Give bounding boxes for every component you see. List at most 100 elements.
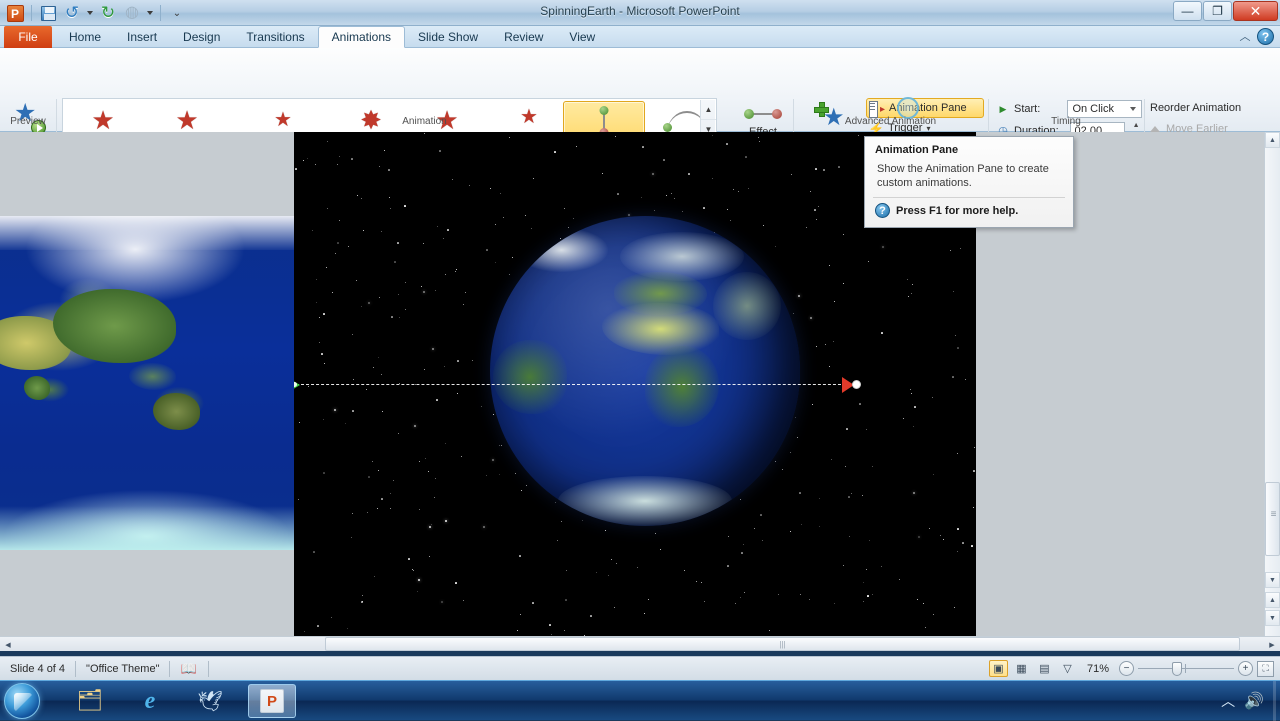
- horizontal-scrollbar[interactable]: ◀ ▶: [0, 636, 1280, 651]
- continent-middle-east: [713, 271, 782, 340]
- folder-icon: 🗂: [76, 689, 104, 712]
- show-desktop-button[interactable]: [1273, 681, 1276, 721]
- slide-sorter-view-button[interactable]: ▦: [1012, 660, 1031, 677]
- antarctic-ice-cap: [0, 506, 294, 550]
- reorder-animation-header: Reorder Animation: [1150, 102, 1242, 114]
- zoom-out-button[interactable]: −: [1119, 661, 1134, 676]
- tooltip-footer: ? Press F1 for more help.: [865, 198, 1073, 218]
- restore-icon: ❐: [1212, 4, 1223, 18]
- tab-view[interactable]: View: [556, 26, 608, 48]
- spell-check-icon[interactable]: 📖: [180, 661, 198, 677]
- tab-design[interactable]: Design: [170, 26, 233, 48]
- taskbar-item-windows-explorer[interactable]: 🗂: [66, 684, 114, 718]
- ribbon-tab-bar: File Home Insert Design Transitions Anim…: [0, 26, 1280, 48]
- scroll-down-button[interactable]: ▼: [1265, 572, 1280, 588]
- windows-taskbar: 🗂 e 🕊 P ︿ 🔊: [0, 680, 1280, 721]
- theme-name[interactable]: "Office Theme": [76, 660, 169, 678]
- continent-africa: [645, 346, 720, 427]
- previous-slide-button[interactable]: ▲: [1265, 592, 1280, 608]
- start-label: Start:: [1014, 103, 1041, 115]
- minimize-button[interactable]: —: [1173, 1, 1202, 21]
- zoom-slider[interactable]: [1138, 661, 1234, 676]
- motion-path-line[interactable]: [296, 384, 856, 385]
- minimize-ribbon-button[interactable]: ︿: [1238, 30, 1252, 44]
- tab-animations[interactable]: Animations: [317, 26, 406, 48]
- animation-pane-button[interactable]: ▸ Animation Pane: [866, 97, 984, 119]
- landmass-australia: [152, 393, 200, 430]
- animation-pane-tooltip: Animation Pane Show the Animation Pane t…: [864, 136, 1074, 228]
- window-controls: — ❐ ✕: [1173, 1, 1278, 21]
- zoom-slider-thumb[interactable]: [1172, 662, 1182, 676]
- media-player-icon: 🕊: [197, 690, 223, 713]
- work-area: ▲ ▼ ▲ ▼: [0, 132, 1280, 636]
- reading-view-button[interactable]: ▤: [1035, 660, 1054, 677]
- close-icon: ✕: [1249, 2, 1262, 19]
- group-label-advanced-animation: Advanced Animation: [844, 116, 937, 127]
- motion-path-end-handle[interactable]: [852, 380, 861, 389]
- vertical-scrollbar-thumb[interactable]: [1265, 482, 1280, 556]
- title-bar: P ↺ ↻ ◍ ⌄ SpinningEarth - Microsoft Powe…: [0, 0, 1280, 26]
- start-value: On Click: [1072, 103, 1114, 115]
- status-bar: Slide 4 of 4 "Office Theme" 📖 ▣ ▦ ▤ ▽ 71…: [0, 656, 1280, 680]
- next-slide-button[interactable]: ▼: [1265, 610, 1280, 626]
- group-label-timing: Timing: [1051, 116, 1081, 127]
- zoom-slider-tick: [1185, 664, 1186, 673]
- taskbar-item-internet-explorer[interactable]: e: [126, 684, 174, 718]
- close-button[interactable]: ✕: [1233, 1, 1278, 21]
- horizontal-scrollbar-thumb[interactable]: [325, 637, 1240, 651]
- slide-show-button[interactable]: ▽: [1058, 660, 1077, 677]
- continent-sahara: [601, 302, 720, 356]
- ribbon-tabs: Home Insert Design Transitions Animation…: [56, 26, 608, 48]
- scroll-up-button[interactable]: ▲: [1265, 132, 1280, 148]
- vertical-scrollbar[interactable]: ▲ ▼ ▲ ▼: [1264, 132, 1280, 636]
- tab-file[interactable]: File: [4, 26, 52, 48]
- group-label-preview: Preview: [10, 116, 46, 127]
- landmass-asia: [52, 289, 177, 363]
- zoom-level-label[interactable]: 71%: [1081, 663, 1115, 675]
- divider: [208, 660, 210, 677]
- status-bar-right: ▣ ▦ ▤ ▽ 71% − + ⛶: [989, 660, 1280, 677]
- fit-slide-to-window-button[interactable]: ⛶: [1257, 660, 1274, 677]
- tooltip-title: Animation Pane: [875, 144, 959, 156]
- internet-explorer-icon: e: [144, 687, 156, 714]
- restore-button[interactable]: ❐: [1203, 1, 1232, 21]
- taskbar-item-media-player[interactable]: 🕊: [186, 684, 234, 718]
- tooltip-footer-label: Press F1 for more help.: [896, 204, 1019, 217]
- slide-counter[interactable]: Slide 4 of 4: [0, 660, 75, 678]
- animation-pane-icon: ▸: [869, 100, 885, 118]
- chevron-up-icon[interactable]: ︿: [1221, 691, 1235, 711]
- continent-south-america: [493, 340, 568, 415]
- powerpoint-window: P ↺ ↻ ◍ ⌄ SpinningEarth - Microsoft Powe…: [0, 0, 1280, 680]
- continent-antarctica: [558, 476, 732, 526]
- scroll-left-button[interactable]: ◀: [0, 637, 16, 652]
- minimize-icon: —: [1181, 4, 1194, 18]
- taskbar-item-powerpoint[interactable]: P: [248, 684, 296, 718]
- window-title: SpinningEarth - Microsoft PowerPoint: [540, 4, 740, 18]
- system-tray: ︿ 🔊: [1221, 681, 1276, 721]
- tab-review[interactable]: Review: [491, 26, 556, 48]
- ribbon-group-labels: Preview Animation Advanced Animation Tim…: [0, 116, 1280, 132]
- normal-view-button[interactable]: ▣: [989, 660, 1008, 677]
- zoom-in-button[interactable]: +: [1238, 661, 1253, 676]
- slide-image-overflow-pane: [0, 132, 294, 636]
- windows-start-orb-icon[interactable]: [4, 683, 40, 719]
- landmass-india-tip: [23, 376, 50, 400]
- powerpoint-icon: P: [260, 689, 284, 713]
- help-button[interactable]: ?: [1257, 28, 1274, 45]
- landmass-indonesia: [129, 362, 177, 390]
- continent-greenland: [514, 228, 608, 272]
- tab-insert[interactable]: Insert: [114, 26, 170, 48]
- play-icon: ▶: [999, 104, 1007, 114]
- group-label-animation: Animation: [402, 116, 447, 127]
- help-circle-icon: ?: [875, 203, 890, 218]
- earth-globe-image[interactable]: [490, 216, 800, 526]
- tab-transitions[interactable]: Transitions: [233, 26, 317, 48]
- tab-home[interactable]: Home: [56, 26, 114, 48]
- arctic-ice-cap: [0, 216, 294, 250]
- tab-slide-show[interactable]: Slide Show: [405, 26, 491, 48]
- scroll-right-button[interactable]: ▶: [1264, 637, 1280, 652]
- speaker-icon[interactable]: 🔊: [1244, 691, 1264, 711]
- divider: [169, 660, 171, 677]
- chevron-down-icon: [1130, 107, 1136, 111]
- world-map-texture-image[interactable]: [0, 216, 294, 550]
